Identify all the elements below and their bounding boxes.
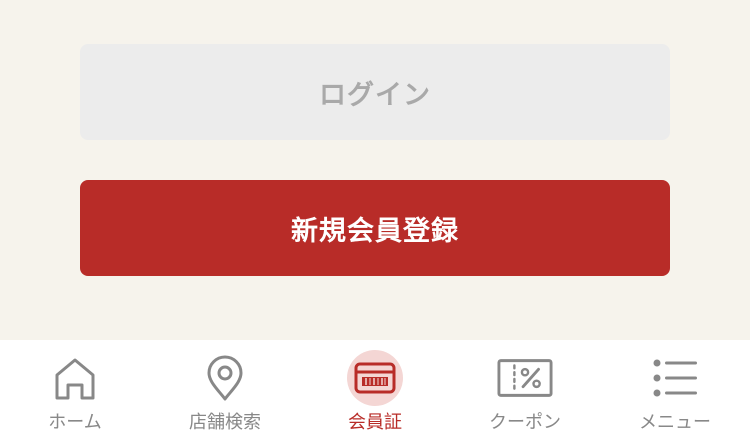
tab-home-label: ホーム [48,412,102,433]
coupon-icon [497,350,553,406]
tab-coupon-label: クーポン [489,412,561,433]
tab-store-search-label: 店舗検索 [189,412,261,433]
tab-store-search[interactable]: 店舗検索 [150,340,300,439]
bottom-tab-bar: ホーム 店舗検索 会員証 クーポン メニュー [0,340,750,439]
tab-coupon[interactable]: クーポン [450,340,600,439]
tab-member-card-label: 会員証 [348,412,402,433]
home-icon [47,350,103,406]
tab-home[interactable]: ホーム [0,340,150,439]
map-pin-icon [197,350,253,406]
tab-menu[interactable]: メニュー [600,340,750,439]
member-card-icon [347,350,403,406]
login-button[interactable]: ログイン [80,44,670,140]
auth-panel: ログイン 新規会員登録 [0,0,750,340]
tab-member-card[interactable]: 会員証 [300,340,450,439]
tab-menu-label: メニュー [639,412,711,433]
menu-list-icon [647,350,703,406]
register-button[interactable]: 新規会員登録 [80,180,670,276]
